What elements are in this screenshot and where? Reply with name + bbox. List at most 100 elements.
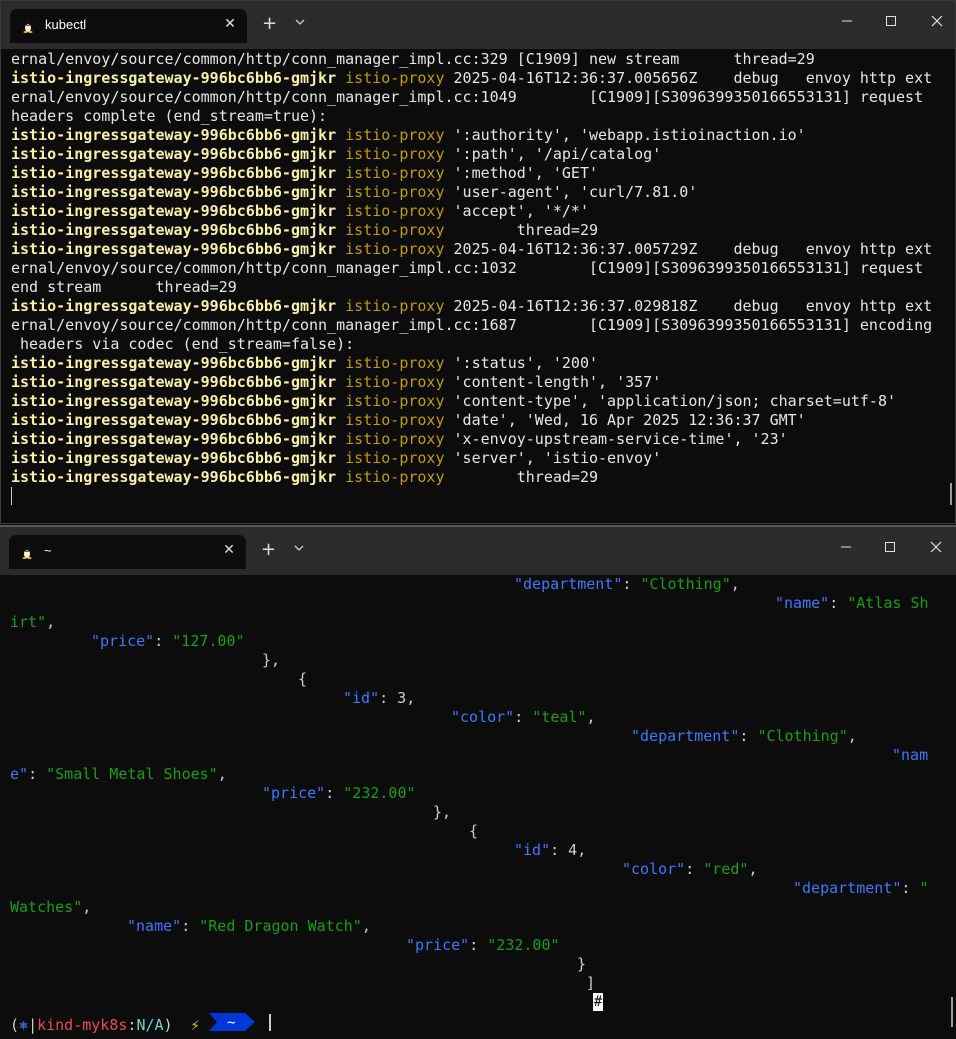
container-name: istio-proxy (345, 468, 445, 486)
pod-name: istio-ingressgateway-996bc6bb6-gmjkr (11, 240, 337, 258)
log-line: istio-ingressgateway-996bc6bb6-gmjkr ist… (11, 430, 955, 449)
title-bar: kubectl ✕ + (1, 1, 955, 49)
json-value: "127.00" (172, 632, 245, 650)
log-text: 2025-04-16T12:36:37.005729Z debug envoy … (444, 240, 933, 258)
json-key: "color" (451, 708, 515, 726)
scrollbar[interactable] (950, 483, 952, 505)
json-line: Watches", (10, 898, 91, 917)
pod-name: istio-ingressgateway-996bc6bb6-gmjkr (11, 69, 337, 87)
container-name: istio-proxy (345, 183, 445, 201)
new-tab-button[interactable]: + (262, 15, 277, 33)
log-line: istio-ingressgateway-996bc6bb6-gmjkr ist… (11, 354, 955, 373)
tab-kubectl[interactable]: kubectl ✕ (10, 9, 247, 43)
pod-name: istio-ingressgateway-996bc6bb6-gmjkr (11, 430, 337, 448)
log-text: ':method', 'GET' (444, 164, 599, 182)
json-value: " (919, 879, 929, 897)
json-value: : 4, (550, 841, 587, 859)
log-line: istio-ingressgateway-996bc6bb6-gmjkr ist… (11, 164, 955, 183)
tab-home[interactable]: ~ ✕ (9, 535, 246, 569)
container-name: istio-proxy (345, 69, 445, 87)
chevron-down-icon (295, 19, 305, 25)
log-line: ernal/envoy/source/common/http/conn_mana… (11, 316, 955, 335)
log-text: ':status', '200' (444, 354, 599, 372)
log-line: istio-ingressgateway-996bc6bb6-gmjkr ist… (11, 449, 955, 468)
linux-penguin-icon (22, 546, 32, 559)
maximize-button[interactable] (877, 11, 905, 35)
json-key: "price" (262, 784, 326, 802)
kube-namespace: N/A (136, 1016, 164, 1034)
prompt-separator: | (28, 1016, 38, 1034)
log-text: 'x-envoy-upstream-service-time', '23' (444, 430, 788, 448)
tab-dropdown-button[interactable] (294, 544, 304, 555)
close-icon (930, 541, 942, 553)
log-text: ':path', '/api/catalog' (444, 145, 662, 163)
pod-name: istio-ingressgateway-996bc6bb6-gmjkr (11, 297, 337, 315)
new-tab-button[interactable]: + (261, 541, 276, 559)
log-text: thread=29 (444, 221, 599, 239)
log-text: 'server', 'istio-envoy' (444, 449, 662, 467)
pod-name: istio-ingressgateway-996bc6bb6-gmjkr (11, 411, 337, 429)
container-name: istio-proxy (345, 240, 445, 258)
json-sep: : (829, 594, 848, 612)
minimize-button[interactable] (832, 537, 860, 561)
json-sep: : (739, 727, 758, 745)
json-punct: , (46, 613, 56, 631)
title-bar: ~ ✕ + (0, 527, 956, 575)
tab-title: ~ (44, 543, 52, 558)
json-sep: : (469, 936, 488, 954)
container-name: istio-proxy (345, 297, 445, 315)
terminal-output[interactable]: ernal/envoy/source/common/http/conn_mana… (11, 50, 955, 487)
json-line: "price": "127.00" (91, 632, 245, 651)
log-text: 2025-04-16T12:36:37.005656Z debug envoy … (444, 69, 933, 87)
pod-name: istio-ingressgateway-996bc6bb6-gmjkr (11, 392, 337, 410)
container-name: istio-proxy (345, 449, 445, 467)
close-window-button[interactable] (922, 537, 950, 561)
log-line: headers via codec (end_stream=false): (11, 335, 955, 354)
log-line: istio-ingressgateway-996bc6bb6-gmjkr ist… (11, 145, 955, 164)
json-line: }, (262, 651, 281, 669)
tab-dropdown-button[interactable] (295, 18, 305, 29)
log-line: ernal/envoy/source/common/http/conn_mana… (11, 259, 955, 278)
pod-name: istio-ingressgateway-996bc6bb6-gmjkr (11, 164, 337, 182)
json-key: "id" (514, 841, 551, 859)
log-line: istio-ingressgateway-996bc6bb6-gmjkr ist… (11, 468, 955, 487)
text-cursor (269, 1014, 271, 1031)
log-line: istio-ingressgateway-996bc6bb6-gmjkr ist… (11, 126, 955, 145)
log-text: 2025-04-16T12:36:37.029818Z debug envoy … (444, 297, 933, 315)
json-value: "Red Dragon Watch" (199, 917, 362, 935)
scrollbar[interactable] (951, 997, 953, 1027)
minimize-button[interactable] (833, 11, 861, 35)
container-name: istio-proxy (345, 202, 445, 220)
json-sep: : (154, 632, 173, 650)
json-sep: : (28, 765, 47, 783)
json-line: e": "Small Metal Shoes", (10, 765, 227, 784)
json-key: "department" (514, 575, 623, 593)
container-name: istio-proxy (345, 145, 445, 163)
log-line: end stream thread=29 (11, 278, 955, 297)
json-value: "232.00" (343, 784, 416, 802)
maximize-button[interactable] (876, 537, 904, 561)
json-sep: : (325, 784, 344, 802)
log-line: headers complete (end_stream=true): (11, 107, 955, 126)
log-text: ernal/envoy/source/common/http/conn_mana… (11, 88, 924, 106)
json-line: { (298, 670, 308, 688)
container-name: istio-proxy (345, 126, 445, 144)
close-window-button[interactable] (923, 11, 951, 35)
json-key: e" (10, 765, 29, 783)
container-name: istio-proxy (345, 221, 445, 239)
bolt-icon: ⚡ (190, 1016, 200, 1034)
pod-name: istio-ingressgateway-996bc6bb6-gmjkr (11, 126, 337, 144)
text-cursor (11, 487, 12, 505)
json-sep: : (514, 708, 533, 726)
kubernetes-icon: ⎈ (19, 1016, 29, 1034)
linux-penguin-icon (23, 20, 33, 33)
current-directory: ~ (227, 1015, 235, 1031)
tab-close-icon[interactable]: ✕ (222, 16, 238, 32)
tab-close-icon[interactable]: ✕ (221, 542, 237, 558)
log-line: istio-ingressgateway-996bc6bb6-gmjkr ist… (11, 221, 955, 240)
log-text: ':authority', 'webapp.istioinaction.io' (444, 126, 806, 144)
json-line: ] (586, 974, 596, 992)
container-name: istio-proxy (345, 430, 445, 448)
log-line: ernal/envoy/source/common/http/conn_mana… (11, 88, 955, 107)
json-sep: : (685, 860, 704, 878)
